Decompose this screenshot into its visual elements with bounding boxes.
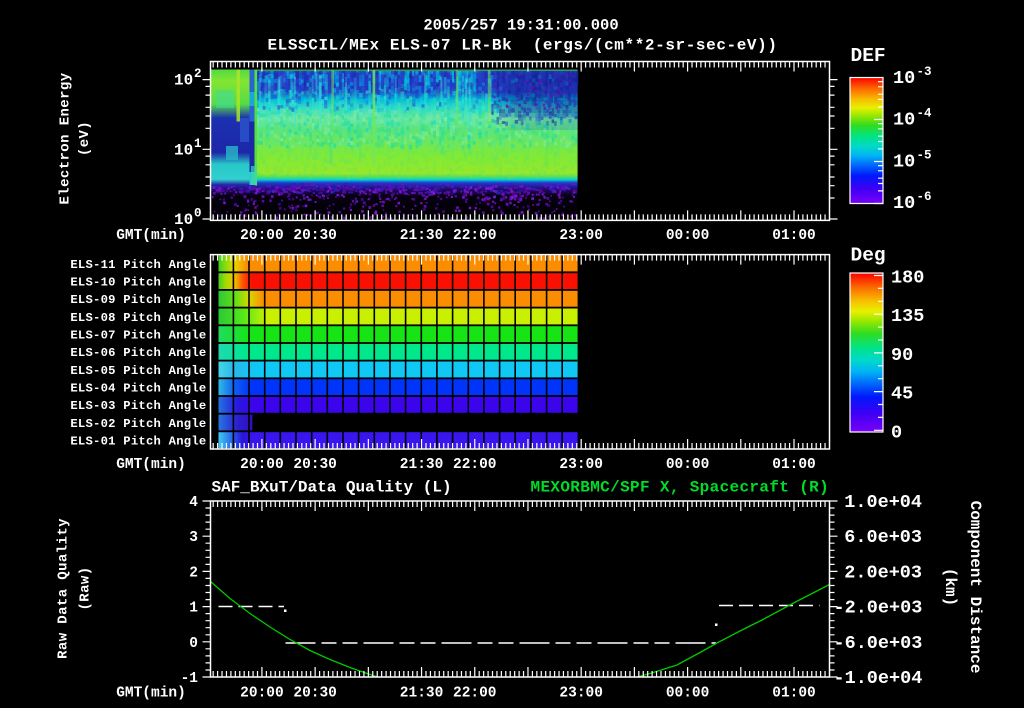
svg-text:10: 10 (893, 110, 915, 131)
svg-text:-1.0e+04: -1.0e+04 (834, 668, 923, 689)
svg-text:10: 10 (174, 72, 193, 90)
svg-text:Electron Energy: Electron Energy (58, 72, 74, 204)
svg-text:4: 4 (189, 495, 198, 511)
svg-text:20:30: 20:30 (293, 686, 337, 702)
svg-text:10: 10 (174, 141, 193, 159)
svg-text:GMT(min): GMT(min) (116, 228, 186, 244)
svg-text:ELS-10 Pitch Angle: ELS-10 Pitch Angle (70, 276, 206, 290)
svg-text:01:00: 01:00 (772, 228, 816, 244)
svg-text:20:00: 20:00 (240, 457, 284, 473)
svg-text:00:00: 00:00 (666, 228, 710, 244)
svg-text:ELS-09 Pitch Angle: ELS-09 Pitch Angle (70, 293, 206, 307)
svg-text:180: 180 (891, 268, 924, 289)
svg-text:2.0e+03: 2.0e+03 (844, 562, 922, 583)
svg-text:01:00: 01:00 (772, 686, 816, 702)
svg-text:(km): (km) (941, 568, 959, 606)
svg-text:22:00: 22:00 (453, 228, 497, 244)
svg-text:45: 45 (891, 384, 913, 405)
svg-text:10: 10 (174, 211, 193, 229)
svg-text:GMT(min): GMT(min) (116, 457, 186, 473)
svg-text:GMT(min): GMT(min) (116, 686, 186, 702)
svg-text:ELS-04 Pitch Angle: ELS-04 Pitch Angle (70, 382, 206, 396)
svg-text:ELS-03 Pitch Angle: ELS-03 Pitch Angle (70, 399, 206, 413)
svg-text:22:00: 22:00 (453, 686, 497, 702)
svg-text:-6.0e+03: -6.0e+03 (834, 633, 923, 654)
svg-text:Raw Data Quality: Raw Data Quality (56, 518, 72, 659)
svg-text:-6: -6 (917, 190, 932, 204)
svg-text:ELSSCIL/MEx ELS-07 LR-Bk (erg: ELSSCIL/MEx ELS-07 LR-Bk (ergs/(cm**2-sr… (267, 37, 777, 55)
svg-text:0: 0 (891, 422, 902, 443)
svg-text:1: 1 (189, 601, 198, 617)
svg-text:23:00: 23:00 (559, 686, 603, 702)
svg-text:20:30: 20:30 (293, 228, 337, 244)
svg-text:90: 90 (891, 345, 913, 366)
svg-text:21:30: 21:30 (400, 228, 444, 244)
svg-text:-3: -3 (917, 65, 932, 79)
svg-text:22:00: 22:00 (453, 457, 497, 473)
svg-text:1.0e+04: 1.0e+04 (844, 492, 922, 513)
svg-text:10: 10 (893, 193, 915, 214)
svg-text:0: 0 (189, 636, 198, 652)
svg-text:00:00: 00:00 (666, 457, 710, 473)
svg-text:20:00: 20:00 (240, 228, 284, 244)
svg-text:-1: -1 (181, 671, 199, 687)
svg-text:-4: -4 (917, 107, 933, 121)
svg-text:20:30: 20:30 (293, 457, 337, 473)
svg-text:ELS-02 Pitch Angle: ELS-02 Pitch Angle (70, 417, 206, 431)
svg-text:2005/257 19:31:00.000: 2005/257 19:31:00.000 (423, 16, 618, 34)
svg-text:2: 2 (194, 67, 202, 81)
svg-text:DEF: DEF (851, 45, 886, 67)
svg-text:10: 10 (893, 151, 915, 172)
svg-text:3: 3 (189, 530, 198, 546)
svg-text:10: 10 (893, 68, 915, 89)
svg-text:6.0e+03: 6.0e+03 (844, 527, 922, 548)
svg-text:00:00: 00:00 (666, 686, 710, 702)
svg-text:1: 1 (194, 137, 202, 151)
svg-text:135: 135 (891, 306, 924, 327)
svg-text:20:00: 20:00 (240, 686, 284, 702)
svg-text:Component Distance: Component Distance (966, 501, 984, 674)
svg-text:-5: -5 (917, 148, 932, 162)
svg-text:(Raw): (Raw) (77, 566, 93, 610)
svg-text:ELS-07 Pitch Angle: ELS-07 Pitch Angle (70, 329, 206, 343)
svg-text:21:30: 21:30 (400, 457, 444, 473)
svg-text:ELS-06 Pitch Angle: ELS-06 Pitch Angle (70, 346, 206, 360)
svg-text:21:30: 21:30 (400, 686, 444, 702)
svg-text:0: 0 (194, 207, 202, 221)
svg-text:ELS-01 Pitch Angle: ELS-01 Pitch Angle (70, 435, 206, 449)
svg-text:-2.0e+03: -2.0e+03 (834, 598, 923, 619)
svg-text:23:00: 23:00 (559, 457, 603, 473)
svg-text:(eV): (eV) (77, 121, 93, 156)
svg-text:Deg: Deg (851, 245, 886, 267)
svg-text:23:00: 23:00 (559, 228, 603, 244)
svg-text:2: 2 (189, 565, 198, 581)
svg-text:ELS-05 Pitch Angle: ELS-05 Pitch Angle (70, 364, 206, 378)
svg-text:ELS-11 Pitch Angle: ELS-11 Pitch Angle (70, 258, 206, 272)
svg-text:01:00: 01:00 (772, 457, 816, 473)
svg-text:MEXORBMC/SPF X, Spacecraft (R): MEXORBMC/SPF X, Spacecraft (R) (531, 479, 830, 497)
svg-text:SAF_BXuT/Data Quality (L): SAF_BXuT/Data Quality (L) (212, 479, 452, 497)
svg-text:ELS-08 Pitch Angle: ELS-08 Pitch Angle (70, 311, 206, 325)
